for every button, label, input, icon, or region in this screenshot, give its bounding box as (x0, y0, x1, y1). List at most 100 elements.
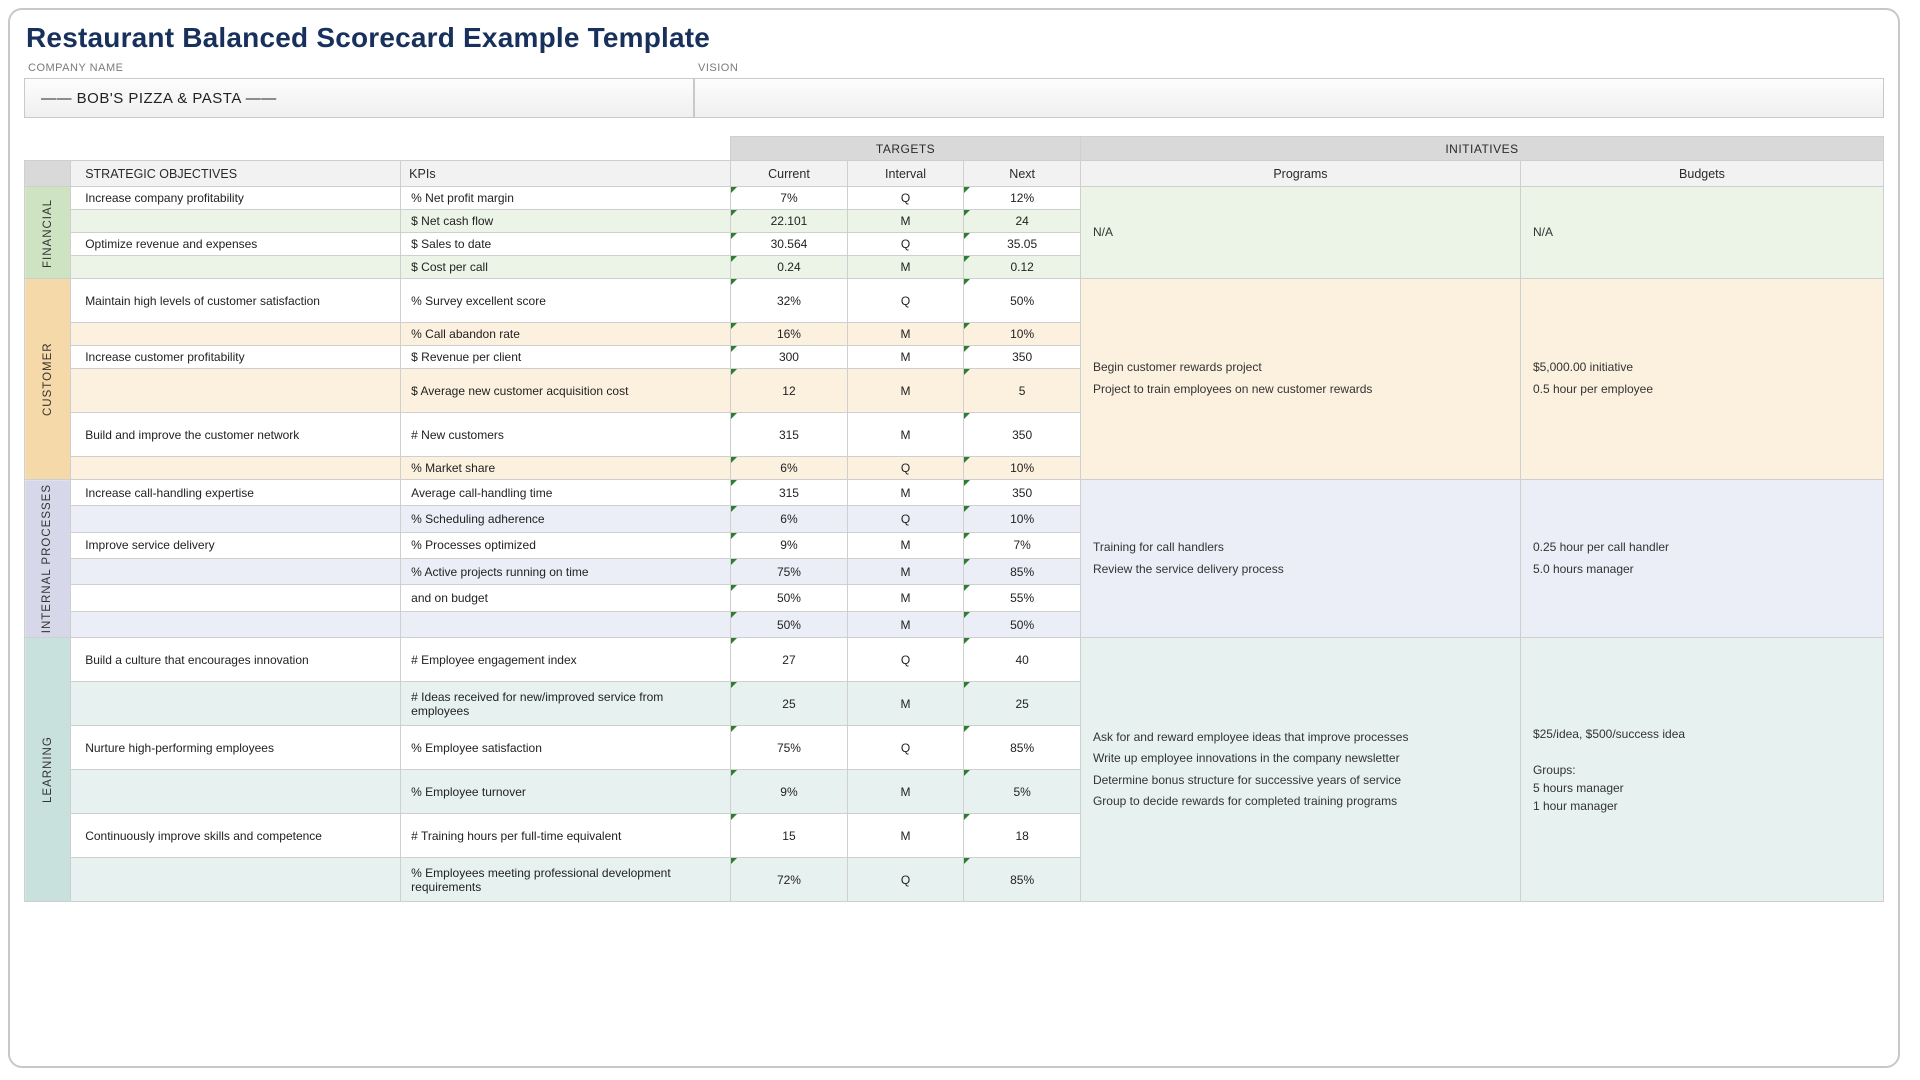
col-kpis: KPIs (401, 161, 731, 187)
company-label: COMPANY NAME (24, 60, 694, 78)
next-cell: 50% (964, 279, 1081, 323)
objective-cell (71, 506, 401, 532)
next-cell: 350 (964, 413, 1081, 457)
kpi-cell: and on budget (401, 585, 731, 611)
interval-cell: M (847, 585, 964, 611)
next-cell: 85% (964, 726, 1081, 770)
section-customer: CUSTOMER (25, 279, 71, 480)
col-next: Next (964, 161, 1081, 187)
programs-cell: Ask for and reward employee ideas that i… (1080, 638, 1520, 902)
next-cell: 24 (964, 210, 1081, 233)
interval-cell: M (847, 559, 964, 585)
current-cell: 6% (731, 457, 848, 480)
next-cell: 18 (964, 814, 1081, 858)
document-frame: Restaurant Balanced Scorecard Example Te… (8, 8, 1900, 1068)
objective-cell: Nurture high-performing employees (71, 726, 401, 770)
page-title: Restaurant Balanced Scorecard Example Te… (24, 20, 1884, 60)
interval-cell: M (847, 532, 964, 558)
kpi-cell: % Processes optimized (401, 532, 731, 558)
next-cell: 85% (964, 858, 1081, 902)
kpi-cell: % Scheduling adherence (401, 506, 731, 532)
objective-cell: Continuously improve skills and competen… (71, 814, 401, 858)
objective-cell (71, 559, 401, 585)
current-cell: 315 (731, 413, 848, 457)
table-row: CUSTOMER Maintain high levels of custome… (25, 279, 1884, 323)
current-cell: 6% (731, 506, 848, 532)
interval-cell: M (847, 611, 964, 637)
objective-cell (71, 770, 401, 814)
objective-cell (71, 369, 401, 413)
objective-cell (71, 585, 401, 611)
next-cell: 10% (964, 323, 1081, 346)
kpi-cell: # Ideas received for new/improved servic… (401, 682, 731, 726)
objective-cell: Build a culture that encourages innovati… (71, 638, 401, 682)
col-current: Current (731, 161, 848, 187)
col-budgets: Budgets (1520, 161, 1883, 187)
objective-cell (71, 210, 401, 233)
current-cell: 27 (731, 638, 848, 682)
col-programs: Programs (1080, 161, 1520, 187)
objective-cell: Increase call-handling expertise (71, 480, 401, 506)
kpi-cell: $ Cost per call (401, 256, 731, 279)
kpi-cell: Average call-handling time (401, 480, 731, 506)
section-internal: INTERNAL PROCESSES (25, 480, 71, 638)
objective-cell: Increase customer profitability (71, 346, 401, 369)
current-cell: 12 (731, 369, 848, 413)
next-cell: 5% (964, 770, 1081, 814)
kpi-cell: % Market share (401, 457, 731, 480)
objective-cell (71, 611, 401, 637)
interval-cell: M (847, 770, 964, 814)
next-cell: 85% (964, 559, 1081, 585)
interval-cell: M (847, 480, 964, 506)
budgets-cell: $25/idea, $500/success idea Groups: 5 ho… (1520, 638, 1883, 902)
programs-cell: Training for call handlers Review the se… (1080, 480, 1520, 638)
interval-cell: Q (847, 457, 964, 480)
interval-cell: Q (847, 506, 964, 532)
current-cell: 50% (731, 611, 848, 637)
kpi-cell: $ Revenue per client (401, 346, 731, 369)
current-cell: 50% (731, 585, 848, 611)
kpi-cell: % Net profit margin (401, 187, 731, 210)
col-objectives: STRATEGIC OBJECTIVES (71, 161, 401, 187)
kpi-cell (401, 611, 731, 637)
objective-cell: Improve service delivery (71, 532, 401, 558)
next-cell: 40 (964, 638, 1081, 682)
kpi-cell: # New customers (401, 413, 731, 457)
current-cell: 300 (731, 346, 848, 369)
interval-cell: M (847, 346, 964, 369)
budgets-cell: N/A (1520, 187, 1883, 279)
current-cell: 22.101 (731, 210, 848, 233)
kpi-cell: $ Sales to date (401, 233, 731, 256)
vision-value (694, 78, 1884, 118)
current-cell: 0.24 (731, 256, 848, 279)
meta-row: COMPANY NAME —— BOB'S PIZZA & PASTA —— V… (24, 60, 1884, 118)
current-cell: 30.564 (731, 233, 848, 256)
interval-cell: M (847, 413, 964, 457)
kpi-cell: % Active projects running on time (401, 559, 731, 585)
current-cell: 16% (731, 323, 848, 346)
next-cell: 25 (964, 682, 1081, 726)
interval-cell: Q (847, 187, 964, 210)
interval-cell: Q (847, 638, 964, 682)
current-cell: 75% (731, 726, 848, 770)
current-cell: 9% (731, 532, 848, 558)
next-cell: 55% (964, 585, 1081, 611)
objective-cell: Increase company profitability (71, 187, 401, 210)
objective-cell (71, 323, 401, 346)
objective-cell: Optimize revenue and expenses (71, 233, 401, 256)
targets-band: TARGETS (731, 137, 1081, 161)
current-cell: 75% (731, 559, 848, 585)
section-financial: FINANCIAL (25, 187, 71, 279)
interval-cell: M (847, 323, 964, 346)
current-cell: 15 (731, 814, 848, 858)
current-cell: 25 (731, 682, 848, 726)
current-cell: 32% (731, 279, 848, 323)
objective-cell: Build and improve the customer network (71, 413, 401, 457)
kpi-cell: % Employee turnover (401, 770, 731, 814)
scorecard-table: TARGETS INITIATIVES STRATEGIC OBJECTIVES… (24, 136, 1884, 902)
current-cell: 72% (731, 858, 848, 902)
next-cell: 0.12 (964, 256, 1081, 279)
budgets-cell: $5,000.00 initiative 0.5 hour per employ… (1520, 279, 1883, 480)
interval-cell: M (847, 256, 964, 279)
next-cell: 50% (964, 611, 1081, 637)
